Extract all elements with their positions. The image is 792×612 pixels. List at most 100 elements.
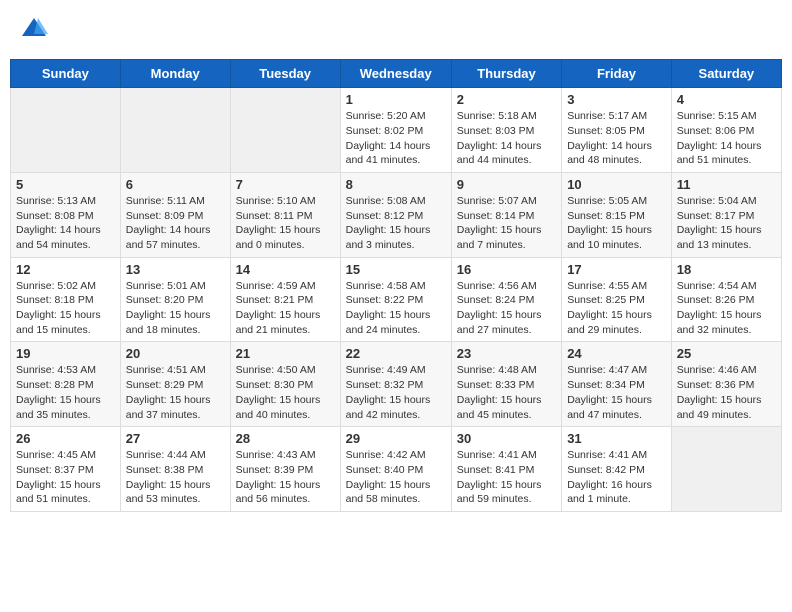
calendar-week-row: 1 Sunrise: 5:20 AM Sunset: 8:02 PM Daylig… xyxy=(11,88,782,173)
empty-day xyxy=(120,88,230,173)
day-info: Sunrise: 5:02 AM Sunset: 8:18 PM Dayligh… xyxy=(16,279,115,338)
day-number: 2 xyxy=(457,92,556,107)
day-info: Sunrise: 4:47 AM Sunset: 8:34 PM Dayligh… xyxy=(567,363,666,422)
day-info: Sunrise: 4:59 AM Sunset: 8:21 PM Dayligh… xyxy=(236,279,335,338)
day-number: 1 xyxy=(346,92,446,107)
day-number: 15 xyxy=(346,262,446,277)
empty-day xyxy=(11,88,121,173)
calendar-week-row: 26 Sunrise: 4:45 AM Sunset: 8:37 PM Dayli… xyxy=(11,427,782,512)
day-number: 14 xyxy=(236,262,335,277)
day-info: Sunrise: 5:18 AM Sunset: 8:03 PM Dayligh… xyxy=(457,109,556,168)
day-info: Sunrise: 5:05 AM Sunset: 8:15 PM Dayligh… xyxy=(567,194,666,253)
calendar-day-16: 16 Sunrise: 4:56 AM Sunset: 8:24 PM Dayli… xyxy=(451,257,561,342)
day-number: 20 xyxy=(126,346,225,361)
day-number: 21 xyxy=(236,346,335,361)
day-info: Sunrise: 4:54 AM Sunset: 8:26 PM Dayligh… xyxy=(677,279,776,338)
day-info: Sunrise: 4:48 AM Sunset: 8:33 PM Dayligh… xyxy=(457,363,556,422)
calendar-day-1: 1 Sunrise: 5:20 AM Sunset: 8:02 PM Daylig… xyxy=(340,88,451,173)
day-info: Sunrise: 5:08 AM Sunset: 8:12 PM Dayligh… xyxy=(346,194,446,253)
day-info: Sunrise: 5:20 AM Sunset: 8:02 PM Dayligh… xyxy=(346,109,446,168)
calendar-week-row: 19 Sunrise: 4:53 AM Sunset: 8:28 PM Dayli… xyxy=(11,342,782,427)
day-info: Sunrise: 4:42 AM Sunset: 8:40 PM Dayligh… xyxy=(346,448,446,507)
day-number: 8 xyxy=(346,177,446,192)
day-info: Sunrise: 4:46 AM Sunset: 8:36 PM Dayligh… xyxy=(677,363,776,422)
calendar-day-19: 19 Sunrise: 4:53 AM Sunset: 8:28 PM Dayli… xyxy=(11,342,121,427)
calendar-day-12: 12 Sunrise: 5:02 AM Sunset: 8:18 PM Dayli… xyxy=(11,257,121,342)
day-number: 29 xyxy=(346,431,446,446)
calendar-table: SundayMondayTuesdayWednesdayThursdayFrid… xyxy=(10,59,782,512)
col-header-wednesday: Wednesday xyxy=(340,60,451,88)
empty-day xyxy=(230,88,340,173)
day-number: 30 xyxy=(457,431,556,446)
calendar-day-29: 29 Sunrise: 4:42 AM Sunset: 8:40 PM Dayli… xyxy=(340,427,451,512)
day-number: 10 xyxy=(567,177,666,192)
calendar-day-18: 18Sunrise: 4:54 AM Sunset: 8:26 PM Dayli… xyxy=(671,257,781,342)
day-number: 22 xyxy=(346,346,446,361)
day-info: Sunrise: 5:17 AM Sunset: 8:05 PM Dayligh… xyxy=(567,109,666,168)
day-number: 25 xyxy=(677,346,776,361)
calendar-day-20: 20 Sunrise: 4:51 AM Sunset: 8:29 PM Dayli… xyxy=(120,342,230,427)
calendar-header-row: SundayMondayTuesdayWednesdayThursdayFrid… xyxy=(11,60,782,88)
day-info: Sunrise: 4:41 AM Sunset: 8:42 PM Dayligh… xyxy=(567,448,666,507)
day-number: 16 xyxy=(457,262,556,277)
logo xyxy=(18,14,48,47)
empty-day xyxy=(671,427,781,512)
calendar-day-30: 30 Sunrise: 4:41 AM Sunset: 8:41 PM Dayli… xyxy=(451,427,561,512)
day-number: 13 xyxy=(126,262,225,277)
calendar-day-7: 7 Sunrise: 5:10 AM Sunset: 8:11 PM Daylig… xyxy=(230,172,340,257)
day-number: 31 xyxy=(567,431,666,446)
col-header-monday: Monday xyxy=(120,60,230,88)
calendar-day-13: 13 Sunrise: 5:01 AM Sunset: 8:20 PM Dayli… xyxy=(120,257,230,342)
day-number: 12 xyxy=(16,262,115,277)
page-header xyxy=(10,10,782,51)
col-header-saturday: Saturday xyxy=(671,60,781,88)
day-number: 9 xyxy=(457,177,556,192)
col-header-thursday: Thursday xyxy=(451,60,561,88)
logo-icon xyxy=(20,14,48,42)
day-number: 24 xyxy=(567,346,666,361)
day-number: 4 xyxy=(677,92,776,107)
calendar-day-8: 8 Sunrise: 5:08 AM Sunset: 8:12 PM Daylig… xyxy=(340,172,451,257)
day-number: 19 xyxy=(16,346,115,361)
calendar-day-22: 22Sunrise: 4:49 AM Sunset: 8:32 PM Dayli… xyxy=(340,342,451,427)
day-info: Sunrise: 4:41 AM Sunset: 8:41 PM Dayligh… xyxy=(457,448,556,507)
day-number: 27 xyxy=(126,431,225,446)
day-info: Sunrise: 5:01 AM Sunset: 8:20 PM Dayligh… xyxy=(126,279,225,338)
calendar-day-17: 17Sunrise: 4:55 AM Sunset: 8:25 PM Dayli… xyxy=(562,257,672,342)
day-info: Sunrise: 5:04 AM Sunset: 8:17 PM Dayligh… xyxy=(677,194,776,253)
calendar-day-6: 6Sunrise: 5:11 AM Sunset: 8:09 PM Daylig… xyxy=(120,172,230,257)
calendar-day-10: 10 Sunrise: 5:05 AM Sunset: 8:15 PM Dayli… xyxy=(562,172,672,257)
day-info: Sunrise: 4:56 AM Sunset: 8:24 PM Dayligh… xyxy=(457,279,556,338)
day-number: 3 xyxy=(567,92,666,107)
calendar-day-21: 21 Sunrise: 4:50 AM Sunset: 8:30 PM Dayli… xyxy=(230,342,340,427)
col-header-friday: Friday xyxy=(562,60,672,88)
day-info: Sunrise: 5:13 AM Sunset: 8:08 PM Dayligh… xyxy=(16,194,115,253)
day-info: Sunrise: 5:15 AM Sunset: 8:06 PM Dayligh… xyxy=(677,109,776,168)
day-info: Sunrise: 5:07 AM Sunset: 8:14 PM Dayligh… xyxy=(457,194,556,253)
calendar-day-24: 24 Sunrise: 4:47 AM Sunset: 8:34 PM Dayli… xyxy=(562,342,672,427)
calendar-day-9: 9 Sunrise: 5:07 AM Sunset: 8:14 PM Daylig… xyxy=(451,172,561,257)
day-info: Sunrise: 4:58 AM Sunset: 8:22 PM Dayligh… xyxy=(346,279,446,338)
day-info: Sunrise: 5:10 AM Sunset: 8:11 PM Dayligh… xyxy=(236,194,335,253)
day-info: Sunrise: 4:53 AM Sunset: 8:28 PM Dayligh… xyxy=(16,363,115,422)
calendar-day-5: 5Sunrise: 5:13 AM Sunset: 8:08 PM Daylig… xyxy=(11,172,121,257)
day-number: 11 xyxy=(677,177,776,192)
day-number: 7 xyxy=(236,177,335,192)
calendar-day-3: 3 Sunrise: 5:17 AM Sunset: 8:05 PM Daylig… xyxy=(562,88,672,173)
day-number: 26 xyxy=(16,431,115,446)
calendar-day-31: 31 Sunrise: 4:41 AM Sunset: 8:42 PM Dayli… xyxy=(562,427,672,512)
day-info: Sunrise: 4:44 AM Sunset: 8:38 PM Dayligh… xyxy=(126,448,225,507)
calendar-day-4: 4 Sunrise: 5:15 AM Sunset: 8:06 PM Daylig… xyxy=(671,88,781,173)
col-header-sunday: Sunday xyxy=(11,60,121,88)
day-info: Sunrise: 4:51 AM Sunset: 8:29 PM Dayligh… xyxy=(126,363,225,422)
day-number: 6 xyxy=(126,177,225,192)
calendar-day-25: 25 Sunrise: 4:46 AM Sunset: 8:36 PM Dayli… xyxy=(671,342,781,427)
calendar-day-14: 14 Sunrise: 4:59 AM Sunset: 8:21 PM Dayli… xyxy=(230,257,340,342)
calendar-day-27: 27 Sunrise: 4:44 AM Sunset: 8:38 PM Dayli… xyxy=(120,427,230,512)
day-info: Sunrise: 4:55 AM Sunset: 8:25 PM Dayligh… xyxy=(567,279,666,338)
day-info: Sunrise: 4:45 AM Sunset: 8:37 PM Dayligh… xyxy=(16,448,115,507)
calendar-day-15: 15 Sunrise: 4:58 AM Sunset: 8:22 PM Dayli… xyxy=(340,257,451,342)
calendar-day-23: 23Sunrise: 4:48 AM Sunset: 8:33 PM Dayli… xyxy=(451,342,561,427)
day-info: Sunrise: 4:50 AM Sunset: 8:30 PM Dayligh… xyxy=(236,363,335,422)
calendar-week-row: 12 Sunrise: 5:02 AM Sunset: 8:18 PM Dayli… xyxy=(11,257,782,342)
